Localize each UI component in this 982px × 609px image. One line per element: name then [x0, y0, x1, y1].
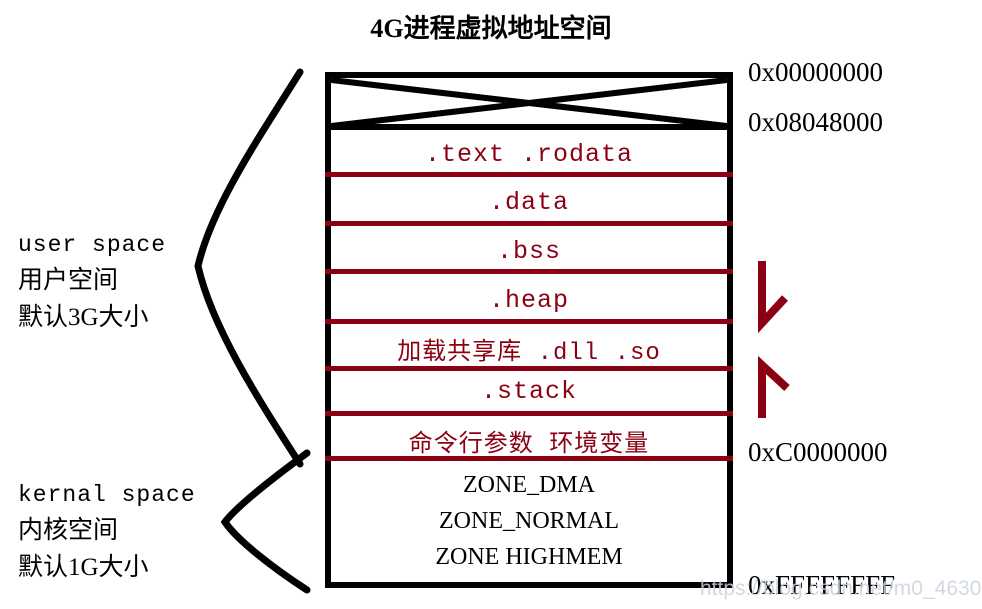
kernel-zone-normal: ZONE_NORMAL — [439, 508, 619, 534]
segment-row-shared-library: 加载共享库 .dll .so — [397, 340, 661, 367]
diagram-canvas: 4G进程虚拟地址空间 .text .rodata .data .bss .hea… — [0, 0, 982, 609]
segment-row-text-rodata: .text .rodata — [424, 140, 634, 169]
segment-divider-1 — [325, 172, 733, 177]
segment-divider-6 — [325, 411, 733, 416]
kernel-space-size-label: 默认1G大小 — [18, 554, 149, 581]
user-space-label: user space 用户空间 默认3G大小 — [18, 228, 166, 336]
reserved-region-bottom-border — [325, 124, 733, 130]
kernel-zone-highmem: ZONE HIGHMEM — [435, 544, 623, 570]
address-label-0x08048000: 0x08048000 — [748, 107, 883, 137]
page-title: 4G进程虚拟地址空间 — [370, 14, 612, 43]
segment-divider-4 — [325, 319, 733, 324]
watermark-text: https://blog.csdn.net/m0_46308273 — [700, 577, 982, 600]
kernel-space-label: kernal space 内核空间 默认1G大小 — [18, 478, 196, 586]
kernel-space-label-cn: 内核空间 — [18, 517, 119, 544]
segment-divider-3 — [325, 269, 733, 274]
segment-row-stack: .stack — [480, 377, 577, 406]
address-label-0x00000000: 0x00000000 — [748, 57, 883, 87]
user-space-brace — [194, 68, 304, 468]
segment-divider-5 — [325, 366, 733, 371]
user-space-label-en: user space — [18, 232, 167, 258]
segment-row-heap: .heap — [488, 286, 569, 315]
kernel-space-brace — [220, 449, 311, 594]
segment-divider-2 — [325, 221, 733, 226]
segment-row-data: .data — [488, 188, 569, 217]
kernel-space-label-en: kernal space — [18, 482, 196, 508]
segment-row-bss: .bss — [496, 237, 561, 266]
heap-grows-down-arrow — [758, 261, 788, 334]
user-space-size-label: 默认3G大小 — [18, 304, 149, 331]
segment-divider-7 — [325, 456, 733, 461]
stack-grows-up-arrow — [758, 355, 790, 418]
segment-row-args-env: 命令行参数 环境变量 — [408, 432, 650, 459]
reserved-region-x-hatch — [331, 78, 727, 128]
user-space-label-cn: 用户空间 — [18, 267, 119, 294]
kernel-zone-dma: ZONE_DMA — [463, 472, 595, 498]
address-label-0xC0000000: 0xC0000000 — [748, 437, 888, 467]
